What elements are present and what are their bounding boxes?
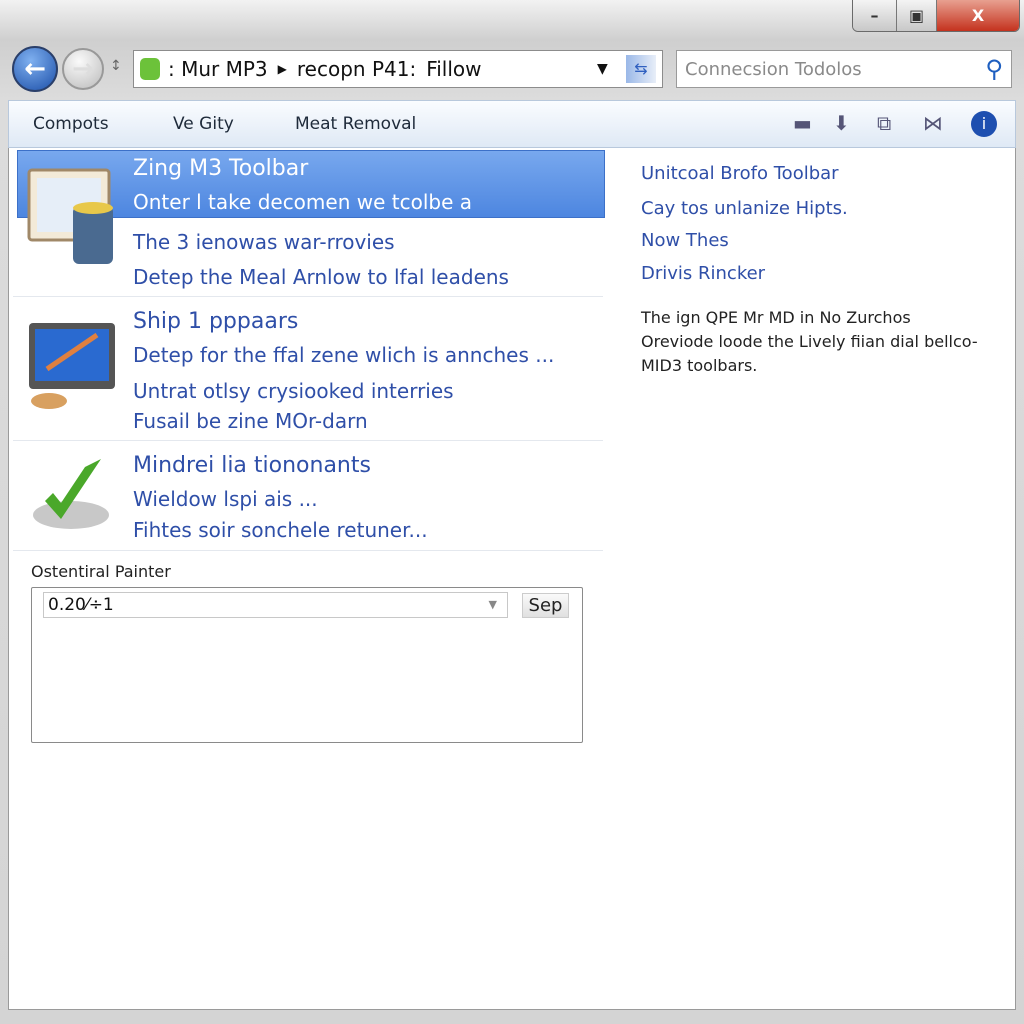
folder-icon bbox=[140, 58, 160, 80]
link[interactable]: Now Thes bbox=[641, 230, 729, 251]
help-icon[interactable]: i bbox=[971, 111, 997, 137]
item-line: Wieldow lspi ais ... bbox=[133, 487, 318, 511]
description-line: Oreviode loode the Lively fiian dial bel… bbox=[641, 332, 978, 351]
item-title: Mindrei lia tiononants bbox=[133, 453, 371, 478]
command-bar: Compots Ve Gity Meat Removal ▬ ⬇ ⧉ ⋈ i bbox=[8, 100, 1016, 148]
back-button[interactable]: ← bbox=[12, 46, 58, 92]
minimize-button[interactable]: – bbox=[853, 0, 897, 31]
link[interactable]: Cay tos unlanize Hipts. bbox=[641, 198, 848, 219]
recent-pages-dropdown[interactable]: ↕ bbox=[110, 58, 122, 74]
arrow-left-icon: ← bbox=[24, 54, 46, 84]
network-icon[interactable]: ⋈ bbox=[923, 111, 943, 135]
window-icon[interactable]: ⧉ bbox=[877, 111, 891, 135]
link[interactable]: Unitcoal Brofo Toolbar bbox=[641, 163, 839, 184]
combo-value: 0.20⁄÷1 bbox=[48, 595, 114, 615]
chevron-down-icon[interactable]: ▼ bbox=[597, 61, 608, 77]
window-controls: – ▣ X bbox=[852, 0, 1020, 32]
item-line: Fihtes soir sonchele retuner... bbox=[133, 518, 428, 542]
address-bar[interactable]: : Mur MP3 ▶ recopn P41: Fillow ▼ ⇆ bbox=[133, 50, 663, 88]
panel-box: 0.20⁄÷1 ▼ Sep bbox=[31, 587, 583, 743]
link[interactable]: Drivis Rincker bbox=[641, 263, 765, 284]
description: The ign QPE Mr MD in No Zurchos Oreviode… bbox=[641, 306, 978, 378]
breadcrumb-item[interactable]: recopn P41: bbox=[297, 57, 416, 81]
item-line: Untrat otlsy crysiooked interries bbox=[133, 379, 454, 403]
dash-icon[interactable]: ▬ bbox=[793, 111, 812, 135]
item-line: Detep for the ffal zene wlich is annches… bbox=[133, 343, 555, 367]
chevron-down-icon[interactable]: ▼ bbox=[489, 593, 497, 617]
monitor-icon bbox=[29, 323, 115, 409]
description-line: MID3 toolbars. bbox=[641, 356, 758, 375]
refresh-icon[interactable]: ⇆ bbox=[626, 55, 656, 83]
breadcrumb-item[interactable]: Fillow bbox=[426, 57, 481, 81]
search-placeholder: Connecsion Todolos bbox=[685, 58, 862, 80]
item-line: Fusail be zine MOr-darn bbox=[133, 409, 368, 433]
item-title: Zing M3 Toolbar bbox=[133, 156, 309, 181]
item-line: Onter l take decomen we tcolbe a bbox=[133, 190, 473, 214]
list-item[interactable]: Zing M3 Toolbar Onter l take decomen we … bbox=[13, 148, 605, 297]
breadcrumb-separator-icon[interactable]: ▶ bbox=[278, 62, 287, 76]
toolbar-app-icon bbox=[27, 168, 113, 264]
search-input[interactable]: Connecsion Todolos ⚲ bbox=[676, 50, 1012, 88]
value-combobox[interactable]: 0.20⁄÷1 ▼ bbox=[43, 592, 508, 618]
list-item[interactable]: Mindrei lia tiononants Wieldow lspi ais … bbox=[13, 441, 603, 551]
checkmark-icon bbox=[33, 459, 109, 529]
list-item[interactable]: Ship 1 pppaars Detep for the ffal zene w… bbox=[13, 297, 603, 441]
command-item[interactable]: Meat Removal bbox=[295, 114, 416, 134]
item-line: Detep the Meal Arnlow to lfal leadens bbox=[133, 265, 509, 289]
command-item[interactable]: Compots bbox=[33, 114, 109, 134]
item-line: The 3 ienowas war-rrovies bbox=[133, 230, 395, 254]
arrow-right-icon: → bbox=[72, 54, 94, 84]
forward-button[interactable]: → bbox=[62, 48, 104, 90]
breadcrumb-item[interactable]: : Mur MP3 bbox=[168, 57, 268, 81]
command-item[interactable]: Ve Gity bbox=[173, 114, 234, 134]
item-title: Ship 1 pppaars bbox=[133, 309, 299, 334]
panel-label: Ostentiral Painter bbox=[31, 562, 171, 581]
download-icon[interactable]: ⬇ bbox=[833, 111, 850, 135]
content-area: Zing M3 Toolbar Onter l take decomen we … bbox=[8, 148, 1016, 1010]
description-line: The ign QPE Mr MD in No Zurchos bbox=[641, 308, 911, 327]
search-icon[interactable]: ⚲ bbox=[985, 55, 1003, 83]
close-button[interactable]: X bbox=[937, 0, 1019, 31]
maximize-button[interactable]: ▣ bbox=[897, 0, 937, 31]
sep-button[interactable]: Sep bbox=[522, 593, 569, 618]
